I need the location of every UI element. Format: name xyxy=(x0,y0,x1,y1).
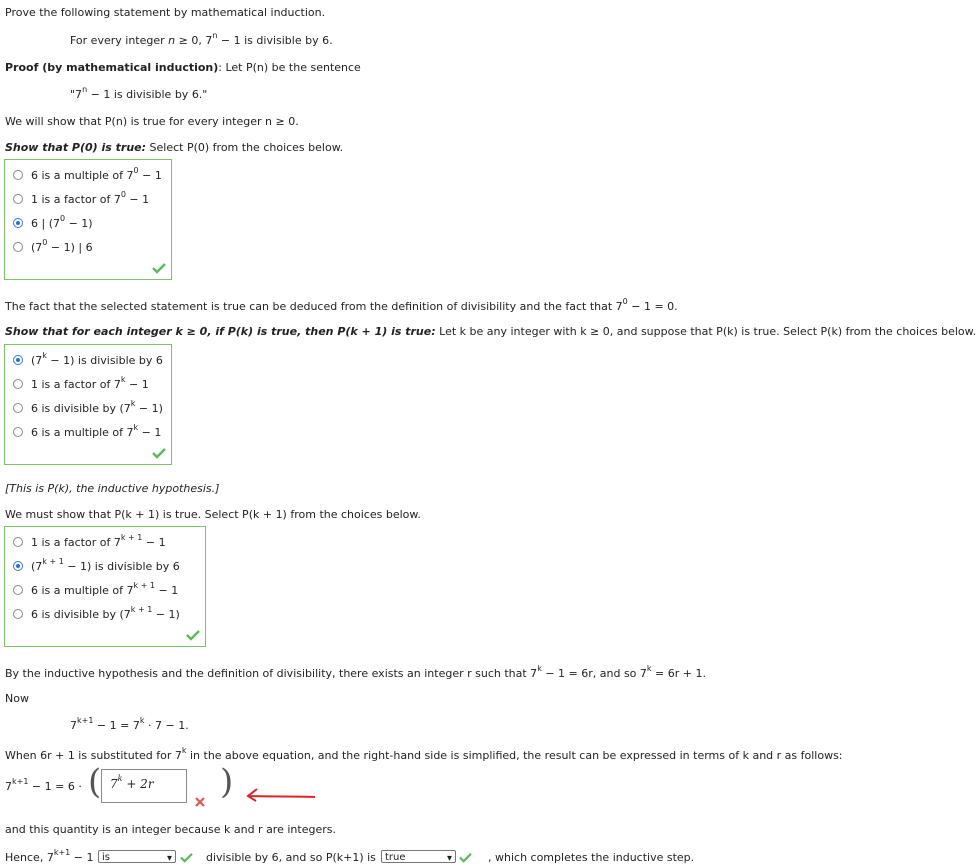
right-paren: ) xyxy=(220,762,234,802)
radio-icon[interactable] xyxy=(13,242,23,252)
answer-expression: ( 7k + 2r ) xyxy=(88,762,238,807)
checkmark-icon xyxy=(152,263,166,274)
base-option-1[interactable]: 1 is a factor of 70 − 1 xyxy=(13,190,149,206)
checkmark-icon xyxy=(186,630,200,641)
base-choice-box: 6 is a multiple of 70 − 1 1 is a factor … xyxy=(4,159,172,280)
base-fact-text: The fact that the selected statement is … xyxy=(5,297,678,313)
radio-selected-icon[interactable] xyxy=(13,355,23,365)
divisibility-select[interactable]: is ▾ xyxy=(98,850,176,864)
radio-icon[interactable] xyxy=(13,379,23,389)
radio-selected-icon[interactable] xyxy=(13,218,23,228)
end-text: , which completes the inductive step. xyxy=(488,851,695,864)
step-option-2[interactable]: 6 is divisible by (7k − 1) xyxy=(13,399,163,415)
hence-text: Hence, 7k+1 − 1 xyxy=(5,848,94,864)
chevron-down-icon: ▾ xyxy=(446,853,452,864)
step-prompt: Show that for each integer k ≥ 0, if P(k… xyxy=(5,325,976,338)
radio-icon[interactable] xyxy=(13,585,23,595)
radio-icon[interactable] xyxy=(13,427,23,437)
proof-sentence: "7n − 1 is divisible by 6." xyxy=(70,85,208,101)
checkmark-icon xyxy=(152,448,166,459)
substitution-text: When 6r + 1 is substituted for 7k in the… xyxy=(5,746,843,762)
step2-option-3[interactable]: 6 is divisible by (7k + 1 − 1) xyxy=(13,605,180,621)
base-prompt: Show that P(0) is true: Select P(0) from… xyxy=(5,141,344,154)
truth-select[interactable]: true ▾ xyxy=(381,850,456,864)
left-paren: ( xyxy=(88,762,102,802)
red-arrow-icon xyxy=(246,788,316,802)
hypothesis-derivation: By the inductive hypothesis and the defi… xyxy=(5,664,706,680)
step2-option-1[interactable]: (7k + 1 − 1) is divisible by 6 xyxy=(13,557,180,573)
radio-icon[interactable] xyxy=(13,609,23,619)
base-option-3[interactable]: (70 − 1) | 6 xyxy=(13,238,93,254)
radio-selected-icon[interactable] xyxy=(13,561,23,571)
chevron-down-icon: ▾ xyxy=(166,853,172,864)
answer-input[interactable]: 7k + 2r xyxy=(101,769,187,803)
hypothesis-note: [This is P(k), the inductive hypothesis.… xyxy=(5,482,220,495)
hypothesis-choice-box: (7k − 1) is divisible by 6 1 is a factor… xyxy=(4,344,172,465)
radio-icon[interactable] xyxy=(13,537,23,547)
conclusion-choice-box: 1 is a factor of 7k + 1 − 1 (7k + 1 − 1)… xyxy=(4,526,206,647)
checkmark-icon xyxy=(459,853,472,863)
step2-option-0[interactable]: 1 is a factor of 7k + 1 − 1 xyxy=(13,533,166,549)
integer-note: and this quantity is an integer because … xyxy=(5,823,336,836)
step2-option-2[interactable]: 6 is a multiple of 7k + 1 − 1 xyxy=(13,581,178,597)
radio-icon[interactable] xyxy=(13,403,23,413)
intro-text: Prove the following statement by mathema… xyxy=(5,6,326,19)
base-option-0[interactable]: 6 is a multiple of 70 − 1 xyxy=(13,166,162,182)
radio-icon[interactable] xyxy=(13,194,23,204)
step-option-3[interactable]: 6 is a multiple of 7k − 1 xyxy=(13,423,161,439)
step-option-0[interactable]: (7k − 1) is divisible by 6 xyxy=(13,351,163,367)
checkmark-icon xyxy=(180,853,193,863)
lhs-expression: 7k+1 − 1 = 6 · xyxy=(5,777,82,793)
mid-text: divisible by 6, and so P(k+1) is xyxy=(206,851,376,864)
statement: For every integer n ≥ 0, 7n − 1 is divis… xyxy=(70,31,333,47)
incorrect-x-icon xyxy=(195,797,205,807)
proof-heading-line: Proof (by mathematical induction): Let P… xyxy=(5,61,361,74)
base-option-2[interactable]: 6 | (70 − 1) xyxy=(13,214,93,230)
must-show-text: We must show that P(k + 1) is true. Sele… xyxy=(5,508,421,521)
step-option-1[interactable]: 1 is a factor of 7k − 1 xyxy=(13,375,149,391)
radio-icon[interactable] xyxy=(13,170,23,180)
show-all-text: We will show that P(n) is true for every… xyxy=(5,115,299,128)
now-text: Now xyxy=(5,692,29,705)
equation: 7k+1 − 1 = 7k · 7 − 1. xyxy=(70,716,189,732)
